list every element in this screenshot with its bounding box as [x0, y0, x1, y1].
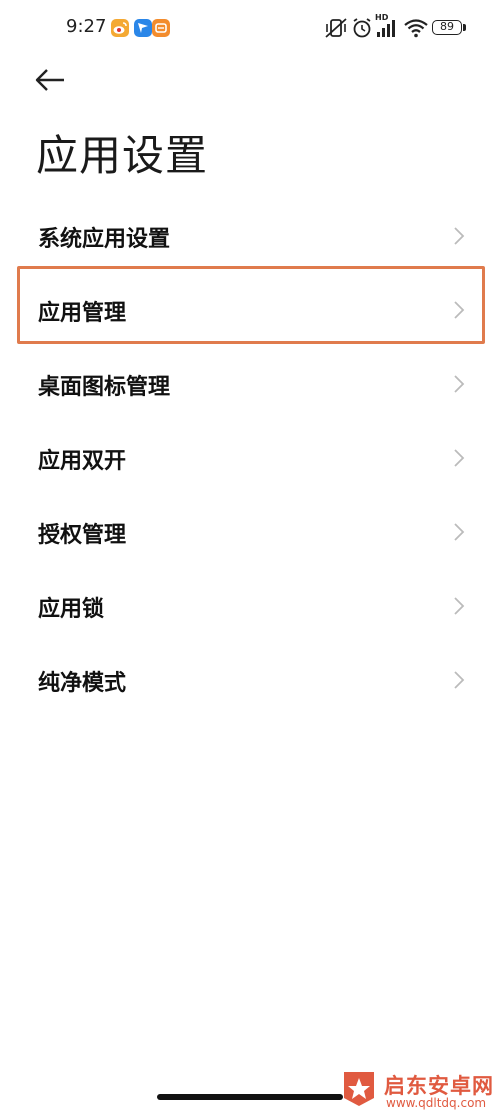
watermark: 启东安卓网 www.qdltdq.com [340, 1068, 500, 1111]
highlight-box [17, 266, 485, 344]
page-title: 应用设置 [36, 131, 209, 180]
menu-item-label: 纯净模式 [38, 671, 127, 696]
back-arrow-icon [35, 69, 64, 91]
blue-app-icon [134, 19, 152, 37]
weibo-icon [111, 19, 129, 37]
menu-item-label: 应用双开 [38, 449, 127, 474]
menu-item-label: 桌面图标管理 [38, 375, 171, 400]
status-bar: 9:27 HD 89 [0, 0, 500, 58]
alarm-icon [351, 16, 373, 40]
wifi-icon [403, 16, 429, 40]
menu-item-label: 授权管理 [38, 523, 127, 548]
watermark-url: www.qdltdq.com [386, 1096, 487, 1110]
menu-item-label: 系统应用设置 [38, 227, 171, 252]
back-button[interactable] [32, 62, 72, 98]
battery-icon: 89 [432, 20, 462, 35]
chevron-right-icon [454, 597, 465, 615]
menu-item-system-app-settings[interactable]: 系统应用设置 [0, 198, 500, 272]
menu-item-dual-apps[interactable]: 应用双开 [0, 420, 500, 494]
chevron-right-icon [454, 523, 465, 541]
menu-item-pure-mode[interactable]: 纯净模式 [0, 642, 500, 716]
status-time: 9:27 [66, 16, 107, 37]
chevron-right-icon [454, 671, 465, 689]
hd-badge: HD [375, 13, 389, 22]
battery-tip [463, 24, 466, 31]
chevron-right-icon [454, 449, 465, 467]
orange-app-icon [152, 19, 170, 37]
menu-item-permissions[interactable]: 授权管理 [0, 494, 500, 568]
chevron-right-icon [454, 375, 465, 393]
home-indicator[interactable] [157, 1094, 343, 1100]
menu-item-app-lock[interactable]: 应用锁 [0, 568, 500, 642]
vibrate-off-icon [323, 16, 349, 40]
menu-item-label: 应用锁 [38, 597, 105, 622]
menu-item-desktop-icon-management[interactable]: 桌面图标管理 [0, 346, 500, 420]
chevron-right-icon [454, 227, 465, 245]
watermark-logo-icon [344, 1072, 374, 1106]
